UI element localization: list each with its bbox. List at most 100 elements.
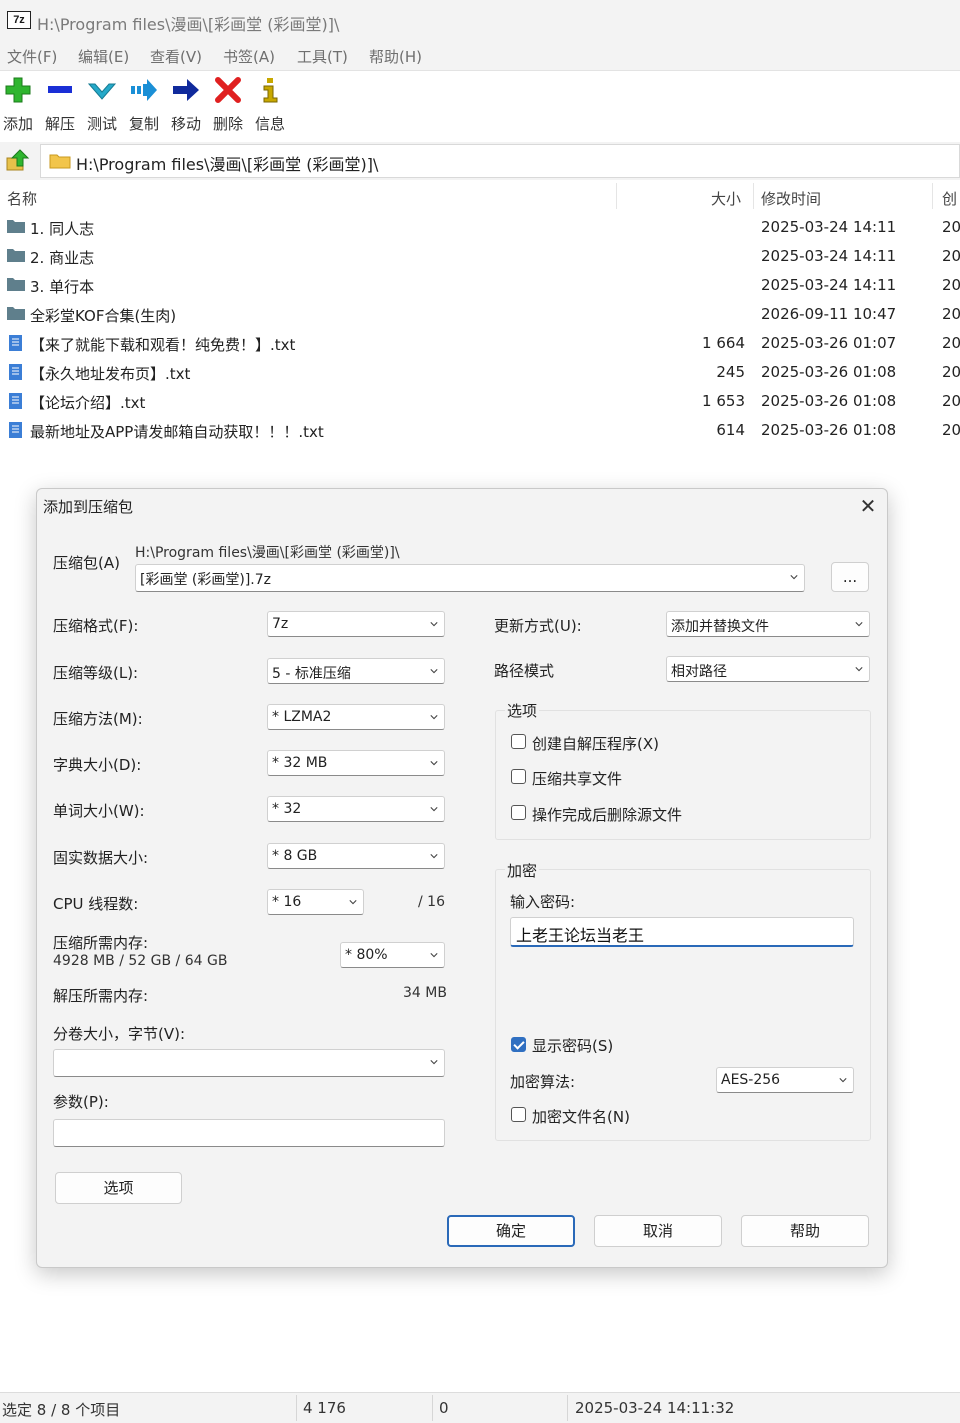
parameters-input[interactable]	[53, 1119, 445, 1147]
menu-view[interactable]: 查看(V)	[150, 46, 202, 67]
options-button[interactable]: 选项	[55, 1172, 182, 1204]
copy-label: 复制	[128, 115, 159, 133]
title-bar: 7z H:\Program files\漫画\[彩画堂 (彩画堂)]\	[0, 0, 960, 42]
move-button[interactable]: 移动	[168, 75, 204, 137]
encryption-method-combo[interactable]: AES-256	[716, 1067, 854, 1093]
sfx-checkbox[interactable]	[511, 734, 526, 749]
status-selected: 选定 8 / 8 个项目	[2, 1401, 121, 1419]
status-date: 2025-03-24 14:11:32	[575, 1399, 735, 1417]
folder-icon	[7, 249, 25, 262]
list-item[interactable]: 【论坛介绍】.txt 1 653 2025-03-26 01:08 20	[0, 387, 960, 416]
text-file-icon	[9, 335, 22, 351]
column-size[interactable]: 大小	[711, 188, 741, 209]
folder-icon	[49, 154, 71, 169]
folder-icon	[7, 307, 25, 320]
cancel-button[interactable]: 取消	[594, 1215, 722, 1247]
update-mode-combo[interactable]: 添加并替换文件	[666, 611, 870, 637]
list-item[interactable]: 【来了就能下载和观看！纯免费！】.txt 1 664 2025-03-26 01…	[0, 329, 960, 358]
delete-x-icon	[215, 77, 241, 103]
list-item[interactable]: 2. 商业志 2025-03-24 14:11 20	[0, 242, 960, 271]
column-name[interactable]: 名称	[7, 188, 37, 209]
delete-source-label: 操作完成后删除源文件	[532, 806, 683, 824]
menu-bookmarks[interactable]: 书签(A)	[223, 46, 275, 67]
decompress-memory-value: 34 MB	[403, 985, 447, 1001]
folder-icon	[7, 220, 25, 233]
copy-button[interactable]: 复制	[126, 75, 162, 137]
chevron-down-icon	[430, 854, 438, 859]
info-label: 信息	[254, 115, 285, 133]
close-icon[interactable]: ✕	[857, 495, 879, 517]
ok-button[interactable]: 确定	[447, 1215, 575, 1247]
password-input[interactable]: 上老王论坛当老王	[510, 917, 854, 947]
list-item[interactable]: 最新地址及APP请发邮箱自动获取！！！.txt 614 2025-03-26 0…	[0, 416, 960, 445]
method-combo[interactable]: * LZMA2	[267, 704, 445, 730]
menu-bar: 文件(F) 编辑(E) 查看(V) 书签(A) 工具(T) 帮助(H)	[0, 42, 960, 71]
add-button[interactable]: 添加	[0, 75, 36, 137]
dictionary-label: 字典大小(D):	[53, 756, 142, 774]
chevron-down-icon	[430, 807, 438, 812]
parameters-label: 参数(P):	[53, 1093, 109, 1111]
menu-help[interactable]: 帮助(H)	[369, 46, 422, 67]
plus-icon	[5, 77, 31, 103]
column-modified[interactable]: 修改时间	[761, 188, 821, 209]
cpu-threads-combo[interactable]: * 16	[267, 889, 364, 915]
delete-label: 删除	[212, 115, 243, 133]
delete-source-checkbox[interactable]	[511, 805, 526, 820]
show-password-checkbox[interactable]	[511, 1037, 526, 1052]
app-icon: 7z	[7, 11, 31, 29]
solid-size-label: 固实数据大小:	[53, 849, 149, 867]
archive-directory: H:\Program files\漫画\[彩画堂 (彩画堂)]\	[135, 545, 400, 561]
address-field[interactable]: H:\Program files\漫画\[彩画堂 (彩画堂)]\	[40, 144, 960, 178]
decompress-memory-label: 解压所需内存:	[53, 987, 149, 1005]
format-combo[interactable]: 7z	[267, 611, 445, 637]
info-icon	[263, 78, 278, 103]
solid-size-combo[interactable]: * 8 GB	[267, 843, 445, 869]
text-file-icon	[9, 422, 22, 438]
path-mode-combo[interactable]: 相对路径	[666, 656, 870, 682]
extract-button[interactable]: 解压	[42, 75, 78, 137]
dictionary-combo[interactable]: * 32 MB	[267, 750, 445, 776]
word-size-combo[interactable]: * 32	[267, 796, 445, 822]
file-list-header: 名称 大小 修改时间 创	[0, 181, 960, 211]
menu-tools[interactable]: 工具(T)	[297, 46, 348, 67]
level-label: 压缩等级(L):	[53, 664, 139, 682]
up-folder-icon[interactable]	[4, 148, 32, 174]
window-title: H:\Program files\漫画\[彩画堂 (彩画堂)]\	[37, 15, 340, 34]
list-item[interactable]: 全彩堂KOF合集(生肉) 2026-09-11 10:47 20	[0, 300, 960, 329]
format-label: 压缩格式(F):	[53, 617, 139, 635]
text-file-icon	[9, 364, 22, 380]
info-button[interactable]: 信息	[252, 75, 288, 137]
list-item[interactable]: 3. 单行本 2025-03-24 14:11 20	[0, 271, 960, 300]
chevron-down-icon	[855, 667, 863, 672]
split-size-combo[interactable]	[53, 1049, 445, 1077]
options-group-title: 选项	[505, 700, 540, 721]
archive-label: 压缩包(A)	[53, 554, 120, 572]
add-label: 添加	[2, 115, 33, 133]
column-created[interactable]: 创	[942, 188, 957, 209]
archive-name-combo[interactable]: [彩画堂 (彩画堂)].7z	[135, 564, 805, 592]
browse-button[interactable]: ...	[831, 562, 869, 592]
memory-label: 压缩所需内存:	[53, 934, 149, 952]
extract-label: 解压	[44, 115, 75, 133]
level-combo[interactable]: 5 - 标准压缩	[267, 658, 445, 684]
encrypt-filenames-label: 加密文件名(N)	[532, 1108, 630, 1126]
toolbar: 添加 解压 测试 复制 移动 删除 信息	[0, 71, 960, 141]
help-button[interactable]: 帮助	[741, 1215, 869, 1247]
show-password-label: 显示密码(S)	[532, 1037, 614, 1055]
list-item[interactable]: 1. 同人志 2025-03-24 14:11 20	[0, 213, 960, 242]
add-to-archive-dialog: 添加到压缩包 ✕ 压缩包(A) H:\Program files\漫画\[彩画堂…	[36, 488, 888, 1268]
dialog-title: 添加到压缩包	[43, 498, 134, 516]
sfx-label: 创建自解压程序(X)	[532, 735, 659, 753]
menu-edit[interactable]: 编辑(E)	[78, 46, 129, 67]
chevron-down-icon	[855, 622, 863, 627]
split-size-label: 分卷大小，字节(V):	[53, 1025, 186, 1043]
shared-files-label: 压缩共享文件	[532, 770, 623, 788]
menu-file[interactable]: 文件(F)	[7, 46, 57, 67]
encrypt-filenames-checkbox[interactable]	[511, 1107, 526, 1122]
test-button[interactable]: 测试	[84, 75, 120, 137]
chevron-down-icon	[790, 575, 798, 580]
delete-button[interactable]: 删除	[210, 75, 246, 137]
shared-files-checkbox[interactable]	[511, 769, 526, 784]
memory-percent-combo[interactable]: * 80%	[340, 942, 445, 968]
list-item[interactable]: 【永久地址发布页】.txt 245 2025-03-26 01:08 20	[0, 358, 960, 387]
